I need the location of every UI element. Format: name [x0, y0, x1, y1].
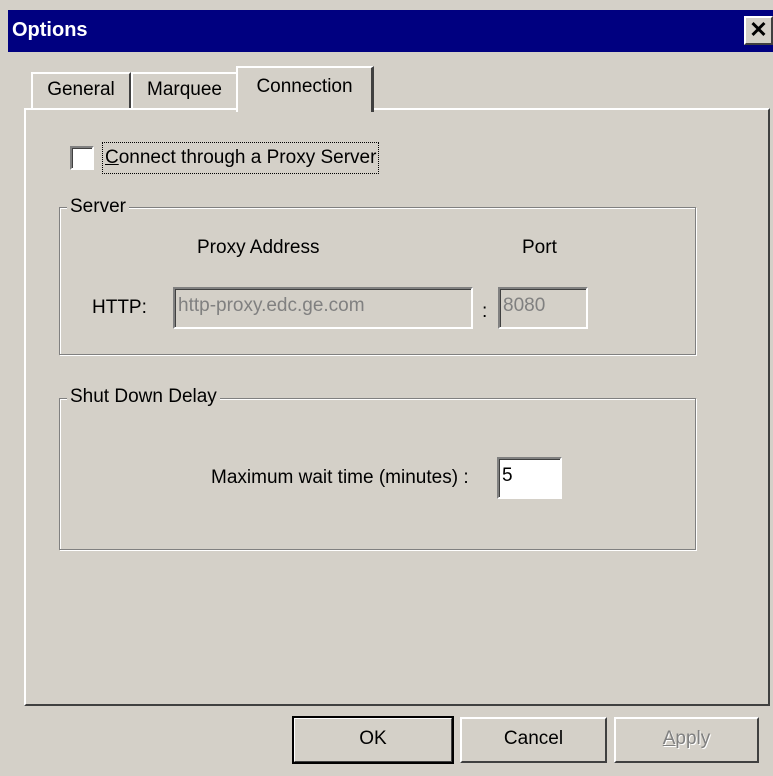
- close-icon[interactable]: ✕: [744, 16, 773, 45]
- max-wait-label: Maximum wait time (minutes) :: [211, 467, 469, 488]
- cancel-button[interactable]: Cancel: [460, 717, 607, 763]
- tab-connection[interactable]: Connection: [236, 66, 374, 112]
- proxy-checkbox-label[interactable]: Connect through a Proxy Server: [101, 142, 380, 174]
- port-header: Port: [522, 237, 557, 258]
- apply-button-label: Apply: [662, 728, 711, 749]
- tab-marquee-label: Marquee: [147, 79, 222, 100]
- port-separator: :: [482, 301, 488, 322]
- window-title: Options: [12, 19, 88, 41]
- proxy-address-field[interactable]: http-proxy.edc.ge.com: [173, 287, 473, 329]
- server-legend: Server: [67, 196, 129, 218]
- tab-general-label: General: [47, 79, 115, 100]
- shutdown-legend: Shut Down Delay: [67, 386, 220, 408]
- options-dialog: Options ✕ General Marquee Connection Con…: [0, 0, 773, 776]
- title-bar[interactable]: Options ✕: [8, 10, 773, 52]
- tab-connection-label: Connection: [256, 76, 353, 97]
- max-wait-input[interactable]: 5: [497, 457, 562, 499]
- proxy-checkbox[interactable]: [70, 146, 94, 170]
- proxy-address-header: Proxy Address: [197, 237, 320, 258]
- http-label: HTTP:: [92, 297, 147, 318]
- tab-general[interactable]: General: [31, 72, 131, 108]
- ok-button[interactable]: OK: [292, 716, 454, 764]
- port-field[interactable]: 8080: [498, 287, 588, 329]
- cancel-button-label: Cancel: [503, 728, 564, 749]
- ok-button-label: OK: [359, 728, 387, 749]
- tab-marquee[interactable]: Marquee: [131, 72, 238, 108]
- server-groupbox: [59, 207, 696, 355]
- apply-button[interactable]: Apply: [614, 717, 759, 763]
